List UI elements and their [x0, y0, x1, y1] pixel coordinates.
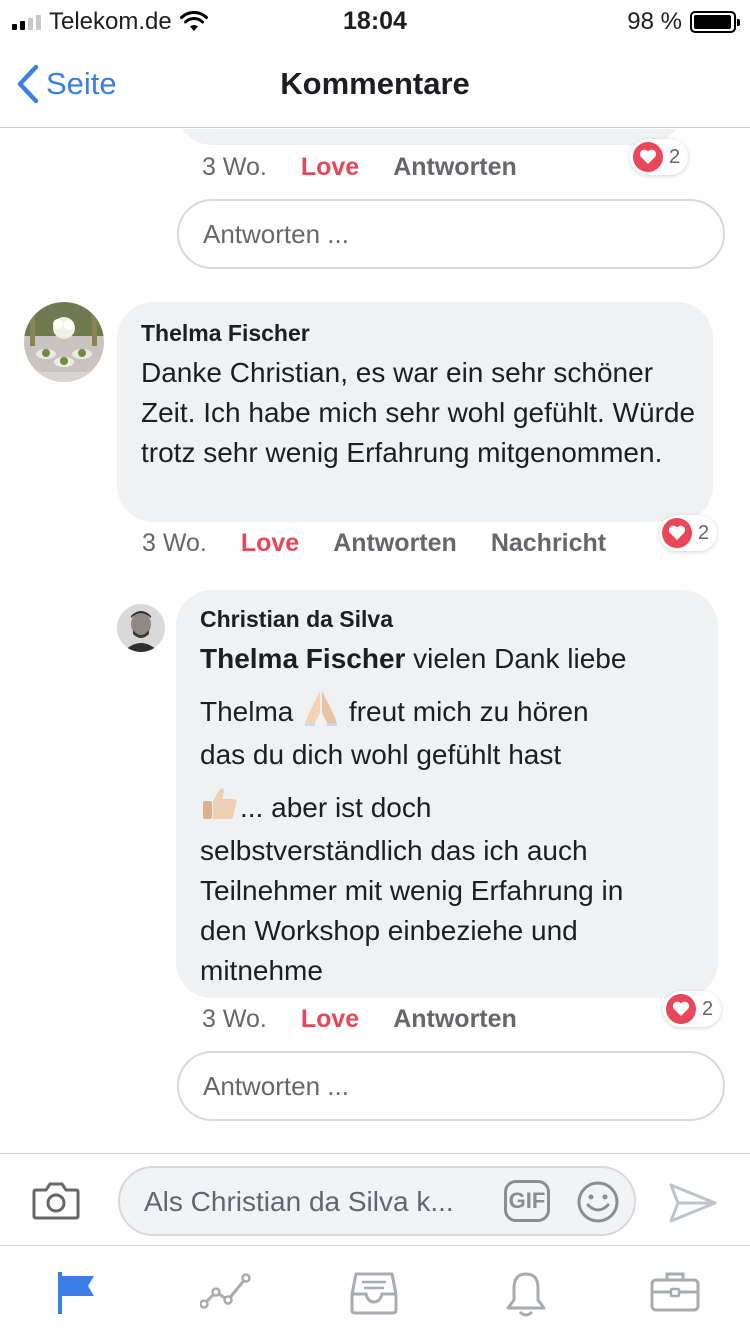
- bell-icon[interactable]: [504, 1270, 548, 1318]
- flag-icon[interactable]: [56, 1270, 98, 1316]
- send-icon[interactable]: [668, 1182, 718, 1224]
- emoji-icon[interactable]: [576, 1180, 620, 1224]
- comment-author[interactable]: Thelma Fischer: [141, 320, 689, 347]
- comment-text: Thelma Fischer vielen Dank liebe Thelma …: [200, 639, 694, 991]
- comment-input[interactable]: Als Christian da Silva k... GIF: [118, 1166, 636, 1236]
- reaction-count: 2: [698, 521, 710, 544]
- gif-button[interactable]: GIF: [504, 1180, 550, 1222]
- comment-text-line: mitnehme: [200, 955, 323, 986]
- insights-icon[interactable]: [200, 1270, 252, 1310]
- reply-button[interactable]: Antworten: [393, 1005, 517, 1034]
- comment-input-placeholder: Als Christian da Silva k...: [144, 1186, 454, 1217]
- comment-text-line: den Workshop einbeziehe und: [200, 915, 578, 946]
- heart-icon: [662, 518, 692, 548]
- comment-bubble-christian[interactable]: Christian da Silva Thelma Fischer vielen…: [176, 590, 718, 998]
- comment-text-line: Teilnehmer mit wenig Erfahrung in: [200, 875, 624, 906]
- avatar-thelma[interactable]: [24, 302, 104, 382]
- comment-text: Danke Christian, es war ein sehr schöner…: [141, 357, 696, 468]
- battery-group: 98 %: [627, 8, 740, 36]
- comment-composer: Als Christian da Silva k... GIF: [0, 1153, 750, 1245]
- nav-bar: Seite Kommentare: [0, 42, 750, 128]
- comment-text-line: Thelma: [200, 696, 294, 727]
- reply-input[interactable]: Antworten ...: [177, 199, 725, 269]
- comment-time: 3 Wo.: [202, 153, 267, 181]
- comment-actions: 3 Wo. Love Antworten: [202, 153, 517, 182]
- comment-author[interactable]: Christian da Silva: [200, 606, 694, 633]
- inbox-icon[interactable]: [350, 1270, 398, 1316]
- comment-time: 3 Wo.: [202, 1005, 267, 1033]
- comment-bubble-partial: [176, 129, 682, 145]
- comment-bubble-thelma[interactable]: Thelma Fischer Danke Christian, es war e…: [117, 302, 713, 522]
- page-title: Kommentare: [280, 66, 470, 101]
- love-button[interactable]: Love: [301, 153, 359, 182]
- avatar-christian[interactable]: [117, 604, 165, 652]
- reply-button[interactable]: Antworten: [393, 153, 517, 182]
- reply-placeholder: Antworten ...: [203, 218, 349, 249]
- reaction-badge[interactable]: 2: [663, 991, 722, 1027]
- comment-text-line: selbstverständlich das ich auch: [200, 835, 588, 866]
- love-button[interactable]: Love: [301, 1005, 359, 1034]
- comment-actions: 3 Wo. Love Antworten Nachricht: [142, 529, 606, 558]
- status-bar: Telekom.de 18:04 98 %: [0, 0, 750, 42]
- comment-text-line: vielen Dank liebe: [405, 643, 627, 674]
- love-button[interactable]: Love: [241, 529, 299, 558]
- heart-icon: [666, 994, 696, 1024]
- tab-bar: [0, 1245, 750, 1334]
- comment-time: 3 Wo.: [142, 529, 207, 557]
- folded-hands-icon: [305, 691, 338, 726]
- reply-input[interactable]: Antworten ...: [177, 1051, 725, 1121]
- comment-text-line: ... aber ist doch: [240, 792, 432, 823]
- thumbs-up-icon: [203, 788, 237, 819]
- reply-placeholder: Antworten ...: [203, 1070, 349, 1101]
- heart-icon: [633, 142, 663, 172]
- reaction-badge[interactable]: 2: [630, 139, 689, 175]
- comment-actions: 3 Wo. Love Antworten: [202, 1005, 517, 1034]
- reaction-count: 2: [669, 145, 681, 168]
- message-button[interactable]: Nachricht: [491, 529, 606, 558]
- briefcase-icon[interactable]: [650, 1270, 700, 1312]
- comments-list: 3 Wo. Love Antworten 2 Antworten ... The…: [0, 129, 750, 1153]
- reaction-badge[interactable]: 2: [659, 515, 718, 551]
- mention-link[interactable]: Thelma Fischer: [200, 643, 405, 674]
- battery-percent: 98 %: [627, 8, 682, 35]
- comment-text-line: freut mich zu hören: [341, 696, 589, 727]
- battery-icon: [690, 11, 740, 33]
- reply-button[interactable]: Antworten: [333, 529, 457, 558]
- camera-icon[interactable]: [32, 1180, 80, 1220]
- reaction-count: 2: [702, 997, 714, 1020]
- comment-text-line: das du dich wohl gefühlt hast: [200, 739, 562, 770]
